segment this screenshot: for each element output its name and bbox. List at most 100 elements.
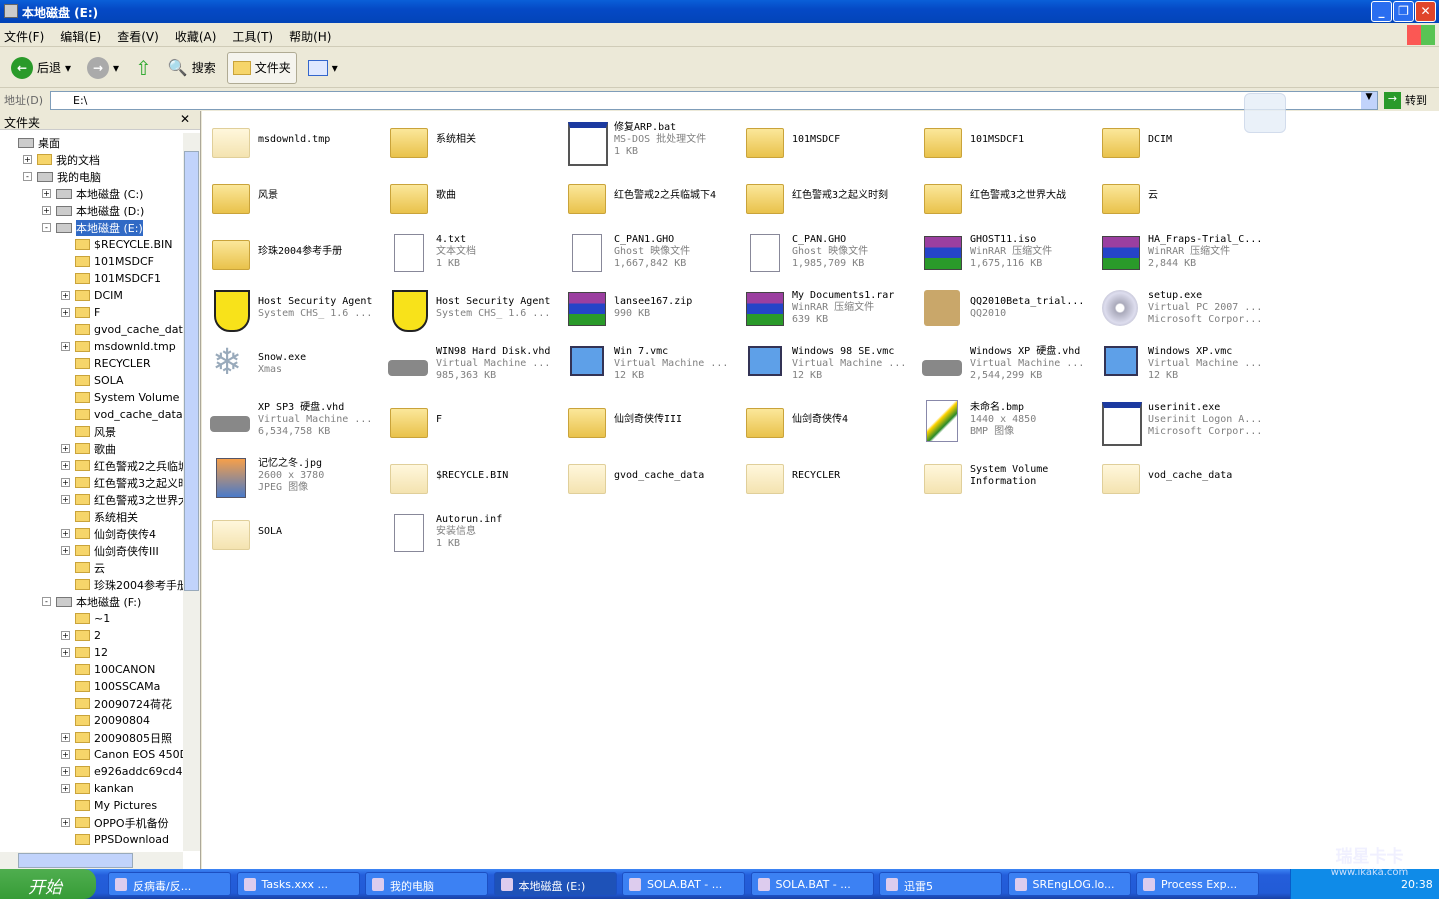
file-item[interactable]: 红色警戒2之兵临城下4: [564, 171, 739, 221]
expand-toggle-icon[interactable]: +: [42, 206, 51, 215]
tree-item[interactable]: 100CANON: [61, 661, 155, 678]
file-item[interactable]: 歌曲: [386, 171, 561, 221]
expand-toggle-icon[interactable]: +: [23, 155, 32, 164]
tree-item[interactable]: System Volume Inf: [61, 389, 183, 406]
tree-vertical-scrollbar[interactable]: [183, 133, 200, 851]
file-item[interactable]: F: [386, 395, 561, 445]
taskbar-button[interactable]: SOLA.BAT - ...: [622, 872, 745, 896]
tree-item[interactable]: ~1: [61, 610, 110, 627]
file-item[interactable]: XP SP3 硬盘.vhd Virtual Machine ... 6,534,75…: [208, 395, 383, 445]
file-item[interactable]: My Documents1.rar WinRAR 压缩文件 639 KB: [742, 283, 917, 333]
tree-item[interactable]: +12: [61, 644, 108, 661]
tree-item[interactable]: + 歌曲: [61, 440, 116, 457]
expand-toggle-icon[interactable]: +: [61, 631, 70, 640]
file-item[interactable]: 红色警戒3之世界大战: [920, 171, 1095, 221]
file-item[interactable]: msdownld.tmp: [208, 115, 383, 165]
expand-toggle-icon[interactable]: +: [61, 818, 70, 827]
file-item[interactable]: vod_cache_data: [1098, 451, 1273, 501]
scroll-thumb[interactable]: [18, 853, 133, 868]
tree-item[interactable]: 桌面: [4, 134, 60, 151]
tree-item[interactable]: + 红色警戒3之世界大: [61, 491, 183, 508]
expand-toggle-icon[interactable]: +: [61, 733, 70, 742]
tree-item[interactable]: + DCIM: [61, 287, 123, 304]
file-item[interactable]: $RECYCLE.BIN: [386, 451, 561, 501]
expand-toggle-icon[interactable]: -: [42, 223, 51, 232]
views-button[interactable]: ▾: [303, 52, 343, 84]
tree-item[interactable]: + 我的文档: [23, 151, 100, 168]
file-item[interactable]: C_PAN.GHO Ghost 映像文件 1,985,709 KB: [742, 227, 917, 277]
file-item[interactable]: 仙剑奇侠传4: [742, 395, 917, 445]
tree-item[interactable]: 系统相关: [61, 508, 138, 525]
file-item[interactable]: 101MSDCF1: [920, 115, 1095, 165]
minimize-button[interactable]: _: [1371, 1, 1392, 22]
expand-toggle-icon[interactable]: +: [61, 478, 70, 487]
expand-toggle-icon[interactable]: +: [61, 444, 70, 453]
file-item[interactable]: Host Security Agent System CHS_ 1.6 ...: [208, 283, 383, 333]
tree-item[interactable]: + 本地磁盘 (D:): [42, 202, 144, 219]
file-item[interactable]: C_PAN1.GHO Ghost 映像文件 1,667,842 KB: [564, 227, 739, 277]
file-item[interactable]: setup.exe Virtual PC 2007 ... Microsoft Co…: [1098, 283, 1273, 333]
tree-item[interactable]: 20090804: [61, 712, 150, 729]
expand-toggle-icon[interactable]: +: [61, 291, 70, 300]
close-button[interactable]: ✕: [1415, 1, 1436, 22]
file-item[interactable]: 红色警戒3之起义时刻: [742, 171, 917, 221]
back-button[interactable]: ← 后退 ▾: [6, 52, 76, 84]
tree-item[interactable]: PPSDownload: [61, 831, 169, 848]
tree-item[interactable]: gvod_cache_data: [61, 321, 183, 338]
file-item[interactable]: Win 7.vmc Virtual Machine ... 12 KB: [564, 339, 739, 389]
tree-item[interactable]: + OPPO手机备份: [61, 814, 169, 831]
menu-item[interactable]: 收藏(A): [175, 28, 217, 46]
tree-item[interactable]: + 本地磁盘 (C:): [42, 185, 143, 202]
taskbar-button[interactable]: 我的电脑: [365, 872, 488, 896]
file-item[interactable]: RECYCLER: [742, 451, 917, 501]
expand-toggle-icon[interactable]: -: [42, 597, 51, 606]
expand-toggle-icon[interactable]: +: [61, 308, 70, 317]
tree-item[interactable]: + F: [61, 304, 100, 321]
file-item[interactable]: QQ2010Beta_trial... QQ2010: [920, 283, 1095, 333]
tree-item[interactable]: 珍珠2004参考手册: [61, 576, 183, 593]
tree-item[interactable]: My Pictures: [61, 797, 157, 814]
tree-item[interactable]: + 红色警戒3之起义时: [61, 474, 183, 491]
expand-toggle-icon[interactable]: +: [61, 750, 70, 759]
folders-button[interactable]: 文件夹: [226, 51, 297, 84]
file-item[interactable]: WIN98 Hard Disk.vhd Virtual Machine ... 98…: [386, 339, 561, 389]
expand-toggle-icon[interactable]: +: [61, 767, 70, 776]
file-item[interactable]: 101MSDCF: [742, 115, 917, 165]
expand-toggle-icon[interactable]: +: [61, 784, 70, 793]
file-item[interactable]: Windows 98 SE.vmc Virtual Machine ... 12 K…: [742, 339, 917, 389]
tree-horizontal-scrollbar[interactable]: [0, 852, 183, 869]
file-item[interactable]: 修复ARP.bat MS-DOS 批处理文件 1 KB: [564, 115, 739, 166]
menu-item[interactable]: 帮助(H): [289, 28, 331, 46]
tree-item[interactable]: +2: [61, 627, 101, 644]
tree-item[interactable]: + msdownld.tmp: [61, 338, 176, 355]
close-pane-icon[interactable]: ✕: [180, 112, 190, 126]
file-item[interactable]: 4.txt 文本文档 1 KB: [386, 227, 561, 277]
expand-toggle-icon[interactable]: +: [61, 461, 70, 470]
tree-item[interactable]: 20090724荷花: [61, 695, 172, 712]
tree-item[interactable]: vod_cache_data: [61, 406, 183, 423]
tree-item[interactable]: 101MSDCF1: [61, 270, 161, 287]
chevron-down-icon[interactable]: ▼: [1361, 91, 1377, 109]
file-item[interactable]: 记忆之冬.jpg 2600 x 3780 JPEG 图像: [208, 451, 383, 501]
tree-item[interactable]: + 红色警戒2之兵临城: [61, 457, 183, 474]
expand-toggle-icon[interactable]: +: [61, 529, 70, 538]
tree-item[interactable]: RECYCLER: [61, 355, 151, 372]
file-item[interactable]: Host Security Agent System CHS_ 1.6 ...: [386, 283, 561, 333]
file-item[interactable]: Autorun.inf 安装信息 1 KB: [386, 507, 561, 557]
file-item[interactable]: lansee167.zip 990 KB: [564, 283, 739, 333]
file-item[interactable]: 未命名.bmp 1440 x 4850 BMP 图像: [920, 395, 1095, 445]
file-item[interactable]: System Volume Information: [920, 451, 1095, 501]
file-item[interactable]: 风景: [208, 171, 383, 221]
address-input[interactable]: E:\ ▼: [50, 90, 1378, 110]
expand-toggle-icon[interactable]: +: [61, 546, 70, 555]
maximize-button[interactable]: ❐: [1393, 1, 1414, 22]
file-item[interactable]: gvod_cache_data: [564, 451, 739, 501]
expand-toggle-icon[interactable]: +: [42, 189, 51, 198]
tree-item[interactable]: - 本地磁盘 (E:): [42, 219, 143, 236]
tree-item[interactable]: 风景: [61, 423, 116, 440]
up-button[interactable]: ⇧: [130, 52, 157, 84]
file-item[interactable]: Snow.exeXmas: [208, 339, 383, 389]
start-button[interactable]: 开始: [0, 869, 96, 899]
scroll-thumb[interactable]: [184, 151, 199, 591]
expand-toggle-icon[interactable]: +: [61, 342, 70, 351]
